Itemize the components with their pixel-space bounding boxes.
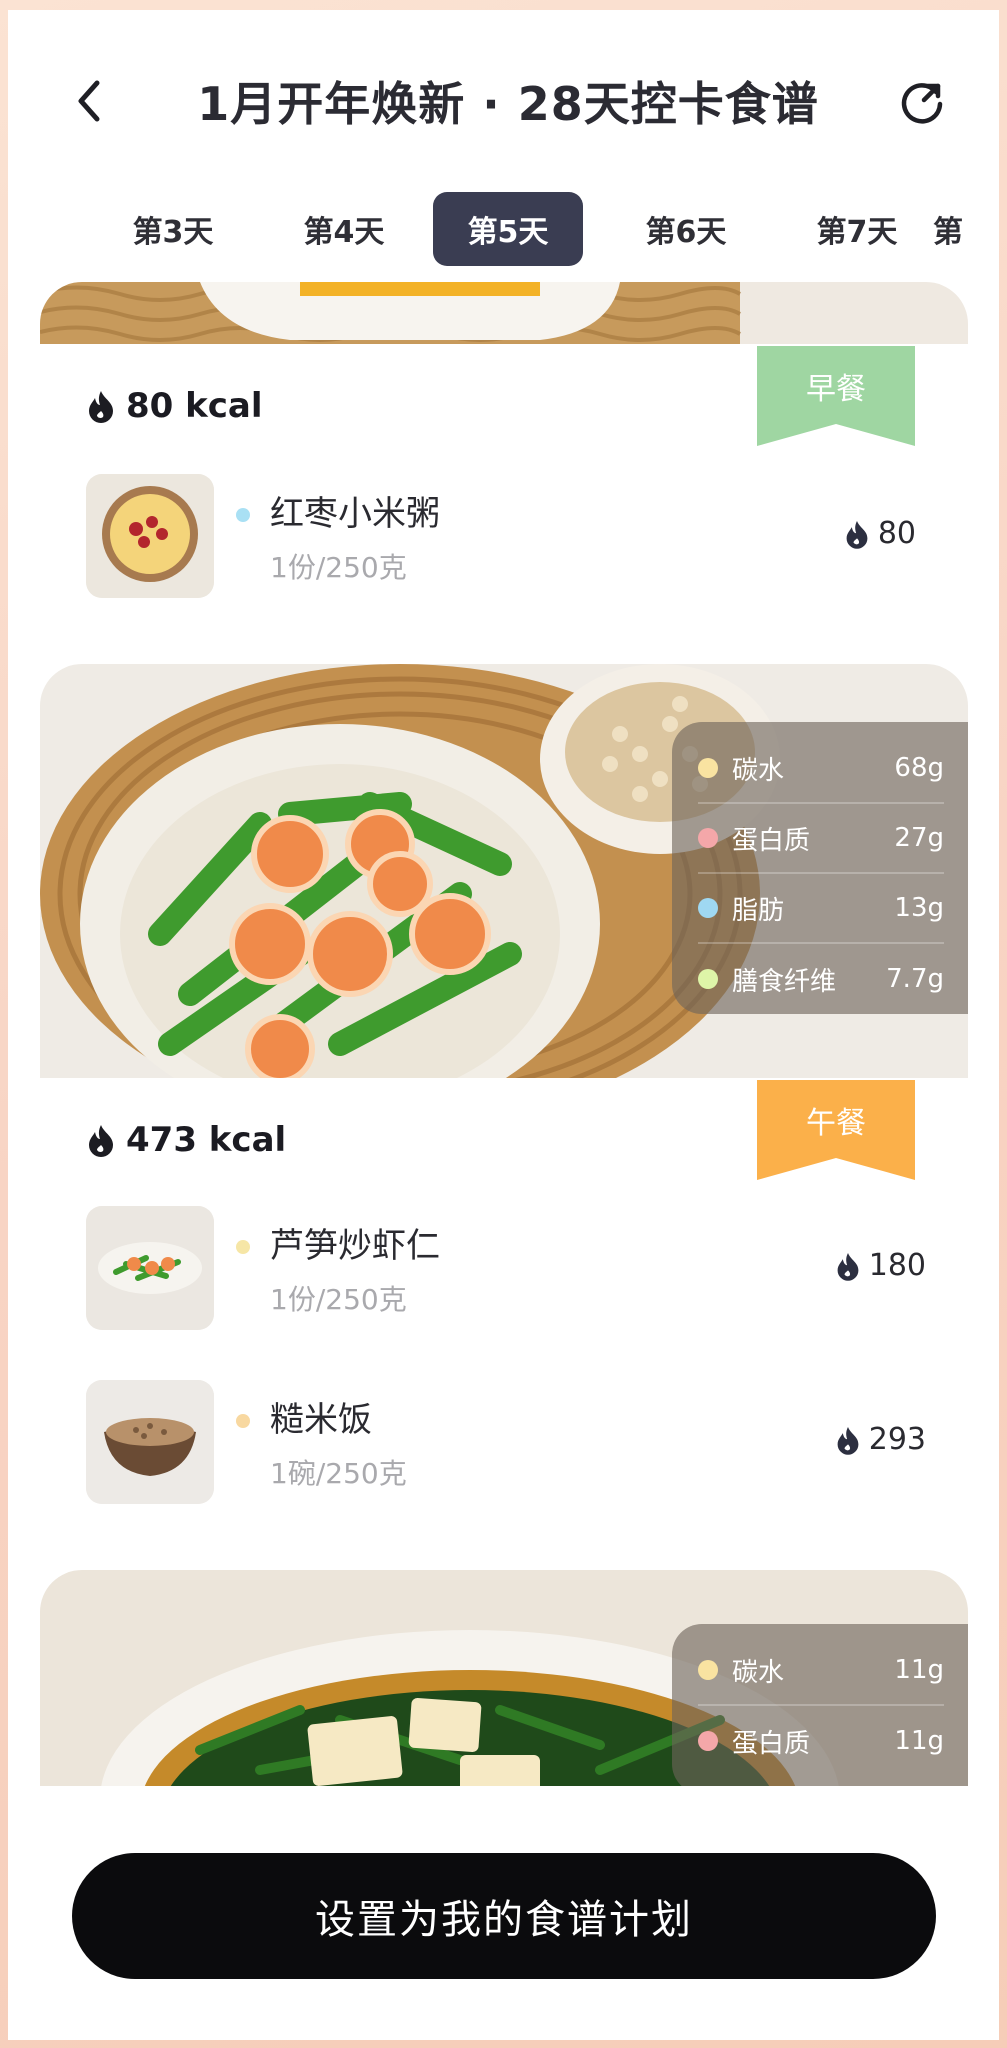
- share-button[interactable]: [898, 78, 946, 126]
- tab-day-5[interactable]: 第5天: [433, 192, 583, 266]
- food-name: 糙米饭: [270, 1400, 372, 1440]
- food-dot: [236, 1240, 250, 1254]
- nutrition-panel: 碳水 68g 蛋白质 27g 脂肪 13g 膳食纤维 7.7g: [672, 722, 968, 1014]
- lunch-card: 碳水 68g 蛋白质 27g 脂肪 13g 膳食纤维 7.7g 午餐 473 k…: [40, 664, 968, 1516]
- breakfast-card: 早餐 80 kcal 红枣小米粥 1份/250克 80: [40, 282, 968, 642]
- dinner-card: 碳水 11g 蛋白质 11g: [40, 1570, 968, 1786]
- meal-tag-breakfast: 早餐: [757, 346, 915, 446]
- meal-tag-lunch: 午餐: [757, 1080, 915, 1180]
- nutrient-row: 蛋白质 11g: [698, 1706, 944, 1776]
- nutrient-row: 膳食纤维 7.7g: [698, 944, 944, 1014]
- nutrient-dot: [698, 1660, 718, 1680]
- food-dot: [236, 508, 250, 522]
- tab-day-3[interactable]: 第3天: [98, 192, 248, 266]
- food-portion: 1碗/250克: [270, 1457, 407, 1490]
- nutrient-row: 蛋白质 27g: [698, 804, 944, 874]
- breakfast-photo: [40, 282, 968, 344]
- nutrient-row: 碳水 11g: [698, 1636, 944, 1706]
- day-tabs: 第3天 第4天 第5天 第6天 第7天 第: [8, 182, 999, 266]
- header: 1月开年焕新 · 28天控卡食谱: [8, 10, 999, 180]
- app-screen: 1月开年焕新 · 28天控卡食谱 第3天 第4天 第5天 第6天 第7天 第 早…: [8, 10, 999, 2040]
- nutrient-row: 脂肪 13g: [698, 874, 944, 944]
- nutrient-dot: [698, 758, 718, 778]
- food-portion: 1份/250克: [270, 551, 407, 584]
- flame-icon: [837, 1426, 859, 1455]
- kcal-value: 80 kcal: [126, 386, 263, 426]
- food-calories: 293: [835, 1422, 926, 1457]
- nutrient-row: 碳水 68g: [698, 734, 944, 804]
- nutrient-dot: [698, 969, 718, 989]
- food-item[interactable]: 糙米饭 1碗/250克 293: [86, 1380, 926, 1504]
- food-calories: 80: [844, 516, 916, 551]
- food-item[interactable]: 红枣小米粥 1份/250克 80: [86, 474, 926, 598]
- tab-day-4[interactable]: 第4天: [269, 192, 419, 266]
- flame-icon: [837, 1252, 859, 1281]
- back-button[interactable]: [70, 76, 110, 126]
- breakfast-kcal: 80 kcal: [86, 386, 263, 426]
- tab-day-8[interactable]: 第: [933, 192, 993, 266]
- food-thumbnail: [86, 1380, 214, 1504]
- nutrition-panel: 碳水 11g 蛋白质 11g: [672, 1624, 968, 1786]
- food-thumbnail: [86, 474, 214, 598]
- nutrient-dot: [698, 1731, 718, 1751]
- food-name: 红枣小米粥: [270, 494, 440, 534]
- tab-day-6[interactable]: 第6天: [611, 192, 761, 266]
- nutrient-dot: [698, 898, 718, 918]
- food-calories: 180: [835, 1248, 926, 1283]
- kcal-value: 473 kcal: [126, 1120, 287, 1160]
- flame-icon: [89, 391, 113, 423]
- nutrient-dot: [698, 828, 718, 848]
- share-refresh-icon: [901, 83, 943, 124]
- page-title: 1月开年焕新 · 28天控卡食谱: [197, 77, 819, 131]
- food-item[interactable]: 芦笋炒虾仁 1份/250克 180: [86, 1206, 926, 1330]
- food-dot: [236, 1414, 250, 1428]
- set-plan-button[interactable]: 设置为我的食谱计划: [72, 1853, 936, 1979]
- tab-day-7[interactable]: 第7天: [782, 192, 932, 266]
- food-portion: 1份/250克: [270, 1283, 407, 1316]
- food-name: 芦笋炒虾仁: [270, 1226, 440, 1266]
- lunch-kcal: 473 kcal: [86, 1120, 286, 1160]
- flame-icon: [846, 520, 868, 549]
- flame-icon: [89, 1125, 113, 1157]
- chevron-left-icon: [78, 80, 100, 122]
- food-thumbnail: [86, 1206, 214, 1330]
